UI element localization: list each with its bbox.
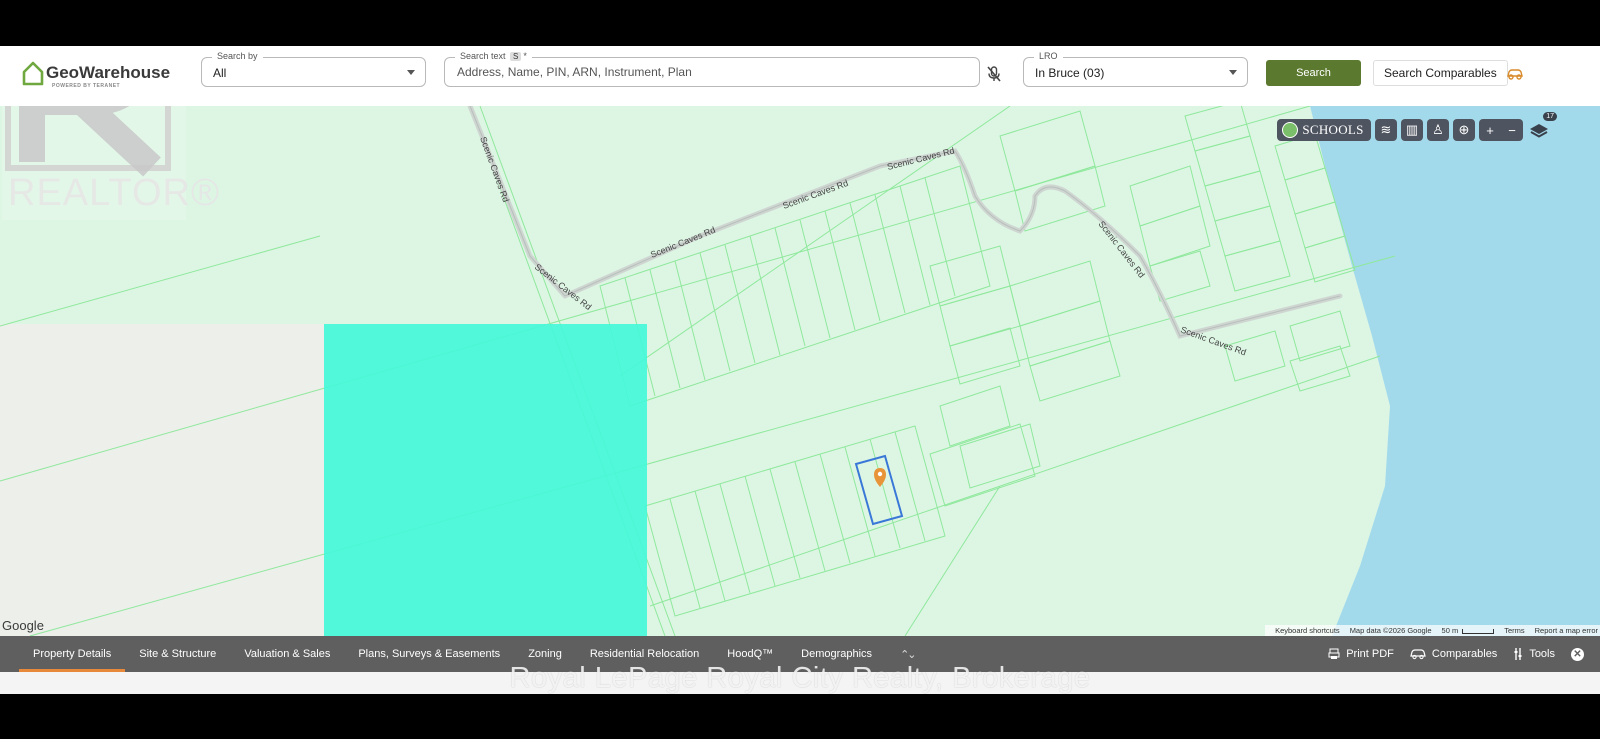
top-letterbox [0,0,1600,46]
map-data-text: Map data ©2026 Google [1349,626,1432,635]
shortcut-badge: S [510,52,522,61]
close-icon[interactable]: ✕ [1571,647,1584,661]
map-attribution: Keyboard shortcuts Map data ©2026 Google… [1265,625,1600,636]
realtor-watermark: REALTOR® [2,106,219,220]
search-by-label: Search by [212,51,263,61]
map-canvas: Scenic Caves Rd Scenic Caves Rd Scenic C… [0,106,1600,636]
search-header: GeoWarehouse POWERED BY TERANET Search b… [0,46,1600,107]
keyboard-shortcuts-link[interactable]: Keyboard shortcuts [1275,626,1340,635]
schools-toggle-button[interactable]: SCHOOLS [1277,119,1371,141]
layers-count-badge: 17 [1543,112,1557,121]
search-comparables-button[interactable]: Search Comparables [1373,60,1508,86]
zoom-in-icon[interactable]: + [1486,123,1494,138]
comparables-button[interactable]: Comparables [1410,648,1497,660]
search-by-value: All [213,66,227,80]
locate-icon[interactable]: ⊕ [1453,119,1475,141]
expand-collapse-icon[interactable]: ⌃⌄ [900,648,917,661]
tools-button[interactable]: Tools [1513,648,1555,660]
map-type-icon[interactable]: ▥ [1401,119,1423,141]
car-icon [1410,648,1426,659]
tools-label: Tools [1529,648,1555,660]
chevron-down-icon [407,70,415,75]
tools-icon [1514,648,1522,660]
map-view[interactable]: Scenic Caves Rd Scenic Caves Rd Scenic C… [0,106,1600,636]
brokerage-watermark: Royal LePage Royal City Realty, Brokerag… [509,662,1091,694]
scale-indicator[interactable]: 50 m [1442,626,1495,635]
microphone-off-icon[interactable] [985,65,1003,83]
bottom-letterbox [0,694,1600,739]
highlighted-area[interactable] [324,324,647,636]
layers-icon[interactable]: 17 [1527,112,1557,142]
search-by-select[interactable]: Search by All [201,51,426,87]
lro-label: LRO [1034,51,1063,61]
realtor-text: REALTOR® [8,172,220,214]
logo-tagline: POWERED BY TERANET [52,83,121,89]
house-logo-icon [22,61,44,86]
lro-select[interactable]: LRO In Bruce (03) [1023,51,1248,87]
hoodq-school-icon [1282,122,1299,138]
car-icon[interactable] [1506,68,1524,80]
comparables-label: Comparables [1431,648,1498,660]
chevron-down-icon [1229,70,1237,75]
street-view-icon[interactable]: ♙ [1427,119,1449,141]
printer-icon [1328,648,1340,659]
zoom-controls: + − [1479,119,1523,141]
stack-icon[interactable]: ≋ [1375,119,1397,141]
print-pdf-label: Print PDF [1346,648,1394,660]
layers-stack-icon [1530,124,1548,138]
terms-link[interactable]: Terms [1504,626,1524,635]
schools-label: SCHOOLS [1302,122,1364,137]
zoom-out-icon[interactable]: − [1508,123,1516,138]
lro-value: In Bruce (03) [1035,66,1105,80]
print-pdf-button[interactable]: Print PDF [1328,648,1394,660]
logo-text: GeoWarehouse [46,63,171,82]
search-input[interactable] [455,64,959,80]
map-controls: SCHOOLS ≋ ▥ ♙ ⊕ + − 17 [1277,112,1557,142]
geowarehouse-logo[interactable]: GeoWarehouse POWERED BY TERANET [22,58,171,89]
google-logo: Google [2,618,44,633]
scale-bar [1462,628,1495,634]
report-map-error-link[interactable]: Report a map error [1535,626,1598,635]
search-text-label: Search text S * [455,51,532,61]
search-button[interactable]: Search [1266,60,1361,86]
search-text-field[interactable]: Search text S * [444,51,980,87]
